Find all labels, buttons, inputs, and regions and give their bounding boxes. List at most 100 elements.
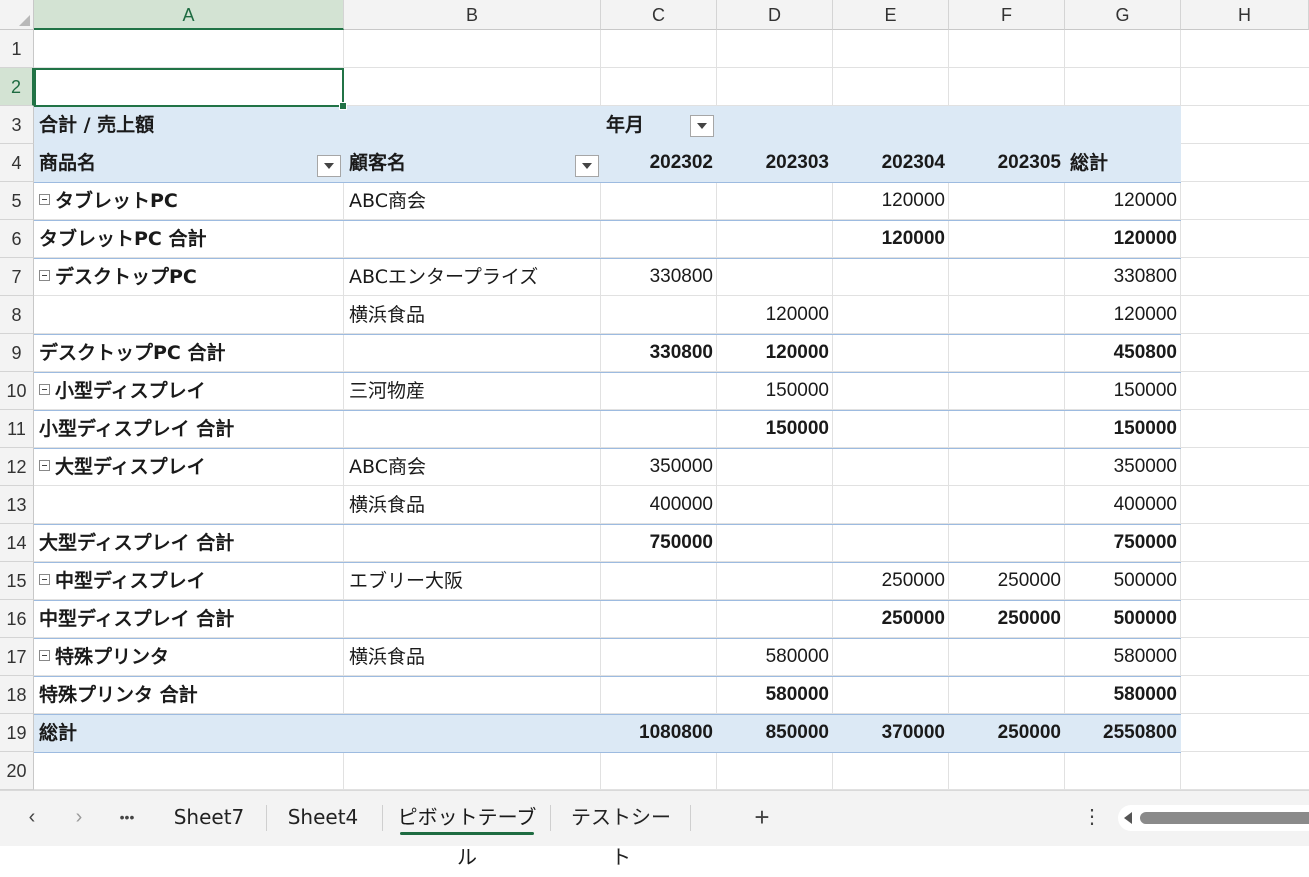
row-header-12[interactable]: 12: [0, 448, 34, 486]
prev-sheet-button[interactable]: ‹: [15, 799, 49, 835]
sheet-tab-test-sheet[interactable]: テストシート: [562, 797, 680, 869]
row-header-16[interactable]: 16: [0, 600, 34, 638]
pivot-value-cell: 120000: [765, 342, 829, 363]
pivot-value-cell: 750000: [1113, 532, 1177, 553]
pivot-value-cell: 580000: [765, 646, 829, 667]
pivot-product-cell: デスクトップPC: [34, 258, 344, 296]
pivot-customer-cell: ABC商会: [349, 190, 426, 212]
column-header-d[interactable]: D: [717, 0, 833, 30]
row-header-1[interactable]: 1: [0, 30, 34, 68]
pivot-value-cell: 1080800: [639, 722, 713, 743]
pivot-customer-cell: ABC商会: [349, 456, 426, 478]
sheet-tab-bar: ‹ › ••• Sheet7 Sheet4 ピボットテーブル テストシート + …: [0, 790, 1309, 869]
pivot-value-cell: 120000: [1113, 190, 1177, 211]
row-header-11[interactable]: 11: [0, 410, 34, 448]
pivot-customer-cell: 三河物産: [349, 380, 426, 402]
sheet-tab-sheet7[interactable]: Sheet7: [164, 797, 254, 837]
pivot-value-cell: 250000: [997, 722, 1061, 743]
column-header-h[interactable]: H: [1181, 0, 1309, 30]
row-header-20[interactable]: 20: [0, 752, 34, 790]
pivot-product-label: 特殊プリンタ: [55, 646, 170, 668]
more-sheets-button[interactable]: •••: [110, 799, 144, 835]
tab-separator: [550, 805, 551, 831]
pivot-value-cell: 150000: [765, 380, 829, 401]
customer-filter-button[interactable]: [575, 155, 599, 177]
pivot-customer-cell: 横浜食品: [349, 646, 426, 668]
spreadsheet-grid[interactable]: ABCDEFGH 1 2 3 4 5 6 7 8 9 10 11 12 13 14 15 16 17 18 19 20…: [0, 0, 1309, 790]
active-tab-underline: [400, 832, 534, 835]
column-header-c[interactable]: C: [601, 0, 717, 30]
row-header-18[interactable]: 18: [0, 676, 34, 714]
column-header-a[interactable]: A: [34, 0, 344, 30]
row-header-6[interactable]: 6: [0, 220, 34, 258]
column-header-b[interactable]: B: [344, 0, 601, 30]
pivot-value-cell: 120000: [765, 304, 829, 325]
row-header-19[interactable]: 19: [0, 714, 34, 752]
select-all-corner[interactable]: [0, 0, 34, 30]
pivot-value-cell: 330800: [649, 266, 713, 287]
row-header-4[interactable]: 4: [0, 144, 34, 182]
row-header-17[interactable]: 17: [0, 638, 34, 676]
row-header-14[interactable]: 14: [0, 524, 34, 562]
collapse-toggle-icon[interactable]: [39, 270, 50, 281]
pivot-value-cell: 500000: [1113, 608, 1177, 629]
pivot-value-cell: 250000: [997, 608, 1061, 629]
pivot-product-label: 中型ディスプレイ: [55, 570, 206, 592]
row-header-3[interactable]: 3: [0, 106, 34, 144]
select-all-triangle-icon: [19, 15, 30, 26]
pivot-month-header: 202303: [765, 152, 829, 173]
pivot-month-header: 202305: [997, 152, 1061, 173]
pivot-product-cell: タブレットPC: [34, 182, 344, 220]
row-header-15[interactable]: 15: [0, 562, 34, 600]
horizontal-scrollbar[interactable]: [1118, 805, 1309, 831]
pivot-value-cell: 330800: [1113, 266, 1177, 287]
scrollbar-thumb[interactable]: [1140, 812, 1309, 824]
pivot-value-label: 合計 / 売上額: [39, 114, 155, 136]
pivot-customer-cell: ABCエンタープライズ: [349, 266, 539, 288]
row-header-2[interactable]: 2: [0, 68, 34, 106]
fill-handle[interactable]: [339, 102, 347, 110]
tab-separator: [266, 805, 267, 831]
pivot-value-cell: 750000: [649, 532, 713, 553]
row-header-9[interactable]: 9: [0, 334, 34, 372]
pivot-value-cell: 580000: [1113, 684, 1177, 705]
tabbar-menu-button[interactable]: ⋮: [1082, 799, 1102, 835]
pivot-product-label: タブレットPC: [55, 190, 178, 212]
pivot-product-label: 大型ディスプレイ: [55, 456, 206, 478]
row-header-5[interactable]: 5: [0, 182, 34, 220]
row-header-10[interactable]: 10: [0, 372, 34, 410]
sheet-tab-pivot-table[interactable]: ピボットテーブル: [394, 797, 540, 869]
row-header-8[interactable]: 8: [0, 296, 34, 334]
column-header-f[interactable]: F: [949, 0, 1065, 30]
pivot-customer-cell: エブリー大阪: [349, 570, 464, 592]
scroll-left-arrow-icon[interactable]: [1124, 812, 1132, 824]
pivot-value-cell: 250000: [997, 570, 1061, 591]
product-filter-button[interactable]: [317, 155, 341, 177]
sheet-tab-pivot-table-label: ピボットテーブル: [397, 805, 537, 869]
pivot-product-label: 小型ディスプレイ: [55, 380, 206, 402]
sheet-tab-sheet4[interactable]: Sheet4: [278, 797, 368, 837]
add-sheet-button[interactable]: +: [747, 799, 777, 835]
collapse-toggle-icon[interactable]: [39, 194, 50, 205]
pivot-month-header: 202302: [649, 152, 713, 173]
pivot-month-header: 202304: [881, 152, 945, 173]
column-header-g[interactable]: G: [1065, 0, 1181, 30]
pivot-value-cell: 400000: [1113, 494, 1177, 515]
pivot-value-cell: 120000: [1113, 304, 1177, 325]
pivot-subtotal-label: 大型ディスプレイ 合計: [39, 532, 235, 554]
pivot-value-cell: 250000: [881, 608, 945, 629]
pivot-customer-cell: 横浜食品: [349, 494, 426, 516]
pivot-value-cell: 850000: [765, 722, 829, 743]
pivot-row-field-customer: 顧客名: [349, 152, 407, 174]
column-field-filter-button[interactable]: [690, 115, 714, 137]
pivot-subtotal-label: タブレットPC 合計: [39, 228, 207, 250]
row-header-13[interactable]: 13: [0, 486, 34, 524]
pivot-grand-total-label: 総計: [39, 722, 78, 744]
next-sheet-button[interactable]: ›: [62, 799, 96, 835]
collapse-toggle-icon[interactable]: [39, 384, 50, 395]
column-header-e[interactable]: E: [833, 0, 949, 30]
collapse-toggle-icon[interactable]: [39, 574, 50, 585]
row-header-7[interactable]: 7: [0, 258, 34, 296]
collapse-toggle-icon[interactable]: [39, 460, 50, 471]
collapse-toggle-icon[interactable]: [39, 650, 50, 661]
